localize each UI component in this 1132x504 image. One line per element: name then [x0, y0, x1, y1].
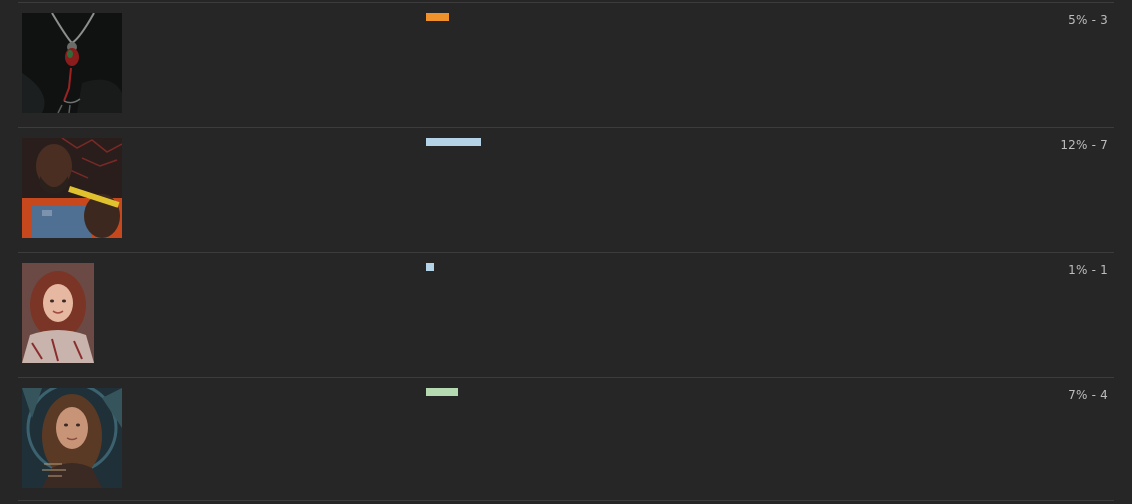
percent-label: 12% — [1060, 138, 1088, 152]
percent-label: 5% — [1068, 13, 1088, 27]
separator: - — [1087, 138, 1101, 152]
necklace-pendant-photo[interactable] — [22, 13, 122, 113]
percent-label: 1% — [1068, 263, 1088, 277]
vote-bar-fill — [426, 13, 449, 21]
vote-bar-track — [426, 138, 882, 146]
long-haired-woman-photo[interactable] — [22, 388, 122, 488]
poll-option-row: 12% - 7 — [18, 127, 1114, 252]
vote-stat: 7% - 4 — [1068, 388, 1108, 402]
votes-label: 7 — [1100, 138, 1108, 152]
votes-label: 4 — [1100, 388, 1108, 402]
vote-stat: 12% - 7 — [1060, 138, 1108, 152]
vote-bar-track — [426, 388, 882, 396]
vote-bar-track — [426, 263, 882, 271]
percent-label: 7% — [1068, 388, 1088, 402]
vote-stat: 5% - 3 — [1068, 13, 1108, 27]
votes-label: 3 — [1100, 13, 1108, 27]
divider — [18, 500, 1114, 501]
poll-option-row: 5% - 3 — [18, 2, 1114, 127]
vote-bar-track — [426, 13, 882, 21]
poll-option-row: 7% - 4 — [18, 377, 1114, 502]
vote-bar-fill — [426, 263, 434, 271]
separator: - — [1087, 388, 1101, 402]
votes-label: 1 — [1100, 263, 1108, 277]
separator: - — [1087, 263, 1101, 277]
red-haired-girl-photo[interactable] — [22, 263, 94, 363]
vote-bar-fill — [426, 138, 481, 146]
vote-stat: 1% - 1 — [1068, 263, 1108, 277]
poll-option-row: 1% - 1 — [18, 252, 1114, 377]
separator: - — [1087, 13, 1101, 27]
poll-results: 5% - 3 12% - 7 1% - 1 7% - 4 — [0, 0, 1132, 504]
man-with-bat-photo[interactable] — [22, 138, 122, 238]
vote-bar-fill — [426, 388, 458, 396]
